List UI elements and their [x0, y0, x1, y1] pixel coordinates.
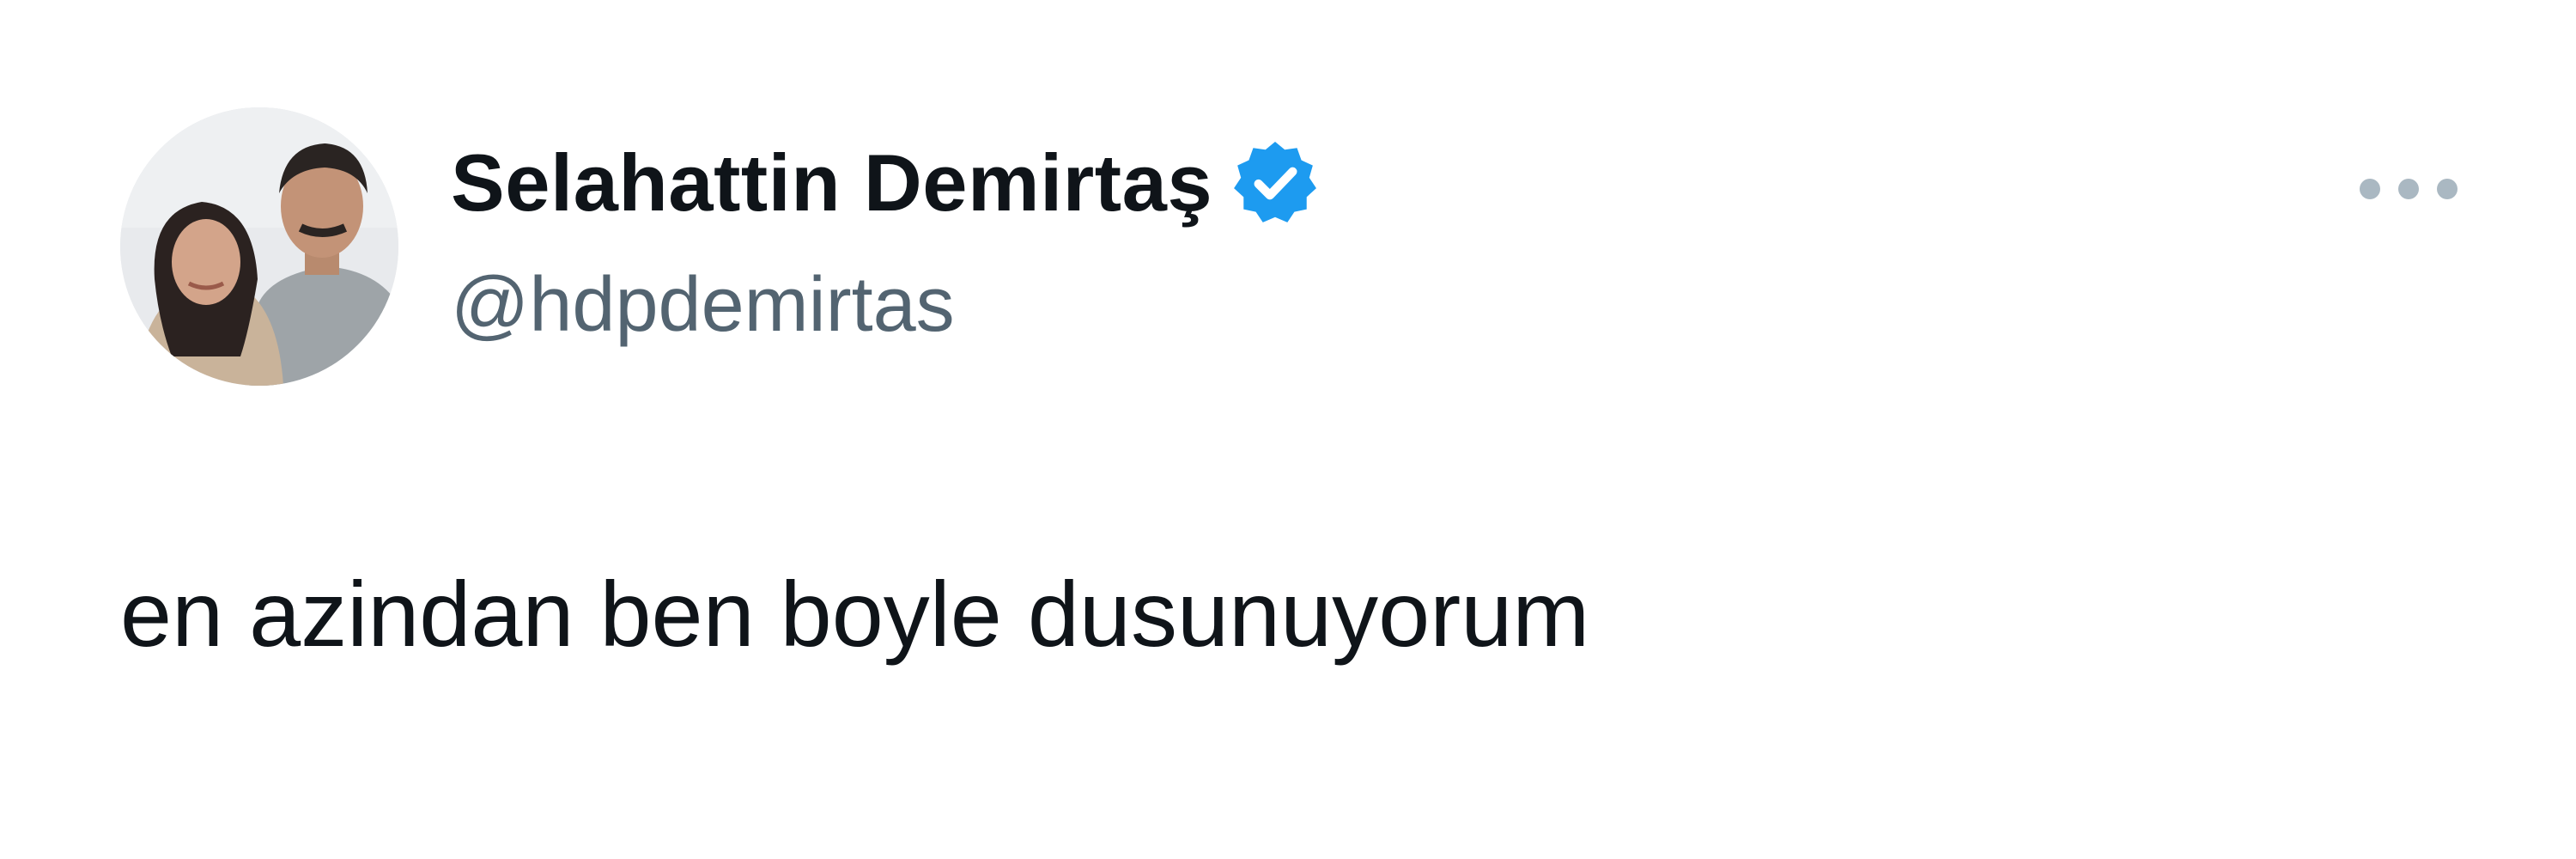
author-avatar[interactable] [120, 107, 398, 386]
more-horizontal-icon-dot [2437, 179, 2458, 199]
author-handle[interactable]: @hdpdemirtas [451, 258, 955, 352]
tweet-card: Selahattin Demirtaş @hdpdemirtas en azin… [0, 0, 2576, 859]
author-name-row: Selahattin Demirtaş [451, 136, 1319, 230]
tweet-text: en azindan ben boyle dusunuyorum [120, 562, 1590, 666]
more-horizontal-icon-dot [2398, 179, 2419, 199]
avatar-photo [120, 107, 398, 386]
author-display-name[interactable]: Selahattin Demirtaş [451, 136, 1212, 230]
more-options-button[interactable] [2353, 155, 2464, 223]
verified-badge-icon [1231, 139, 1319, 227]
more-horizontal-icon [2360, 179, 2380, 199]
